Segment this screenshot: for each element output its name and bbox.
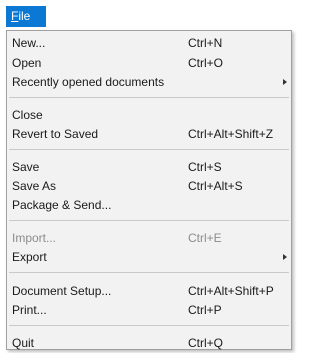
menu-item-quit[interactable]: Quit Ctrl+Q: [7, 333, 291, 353]
menu-item-shortcut: Ctrl+N: [188, 36, 223, 50]
menu-item-label: Import...: [12, 231, 57, 245]
menu-item-shortcut: Ctrl+Alt+Shift+P: [188, 284, 274, 298]
menu-separator: [9, 325, 289, 326]
menu-item-print[interactable]: Print... Ctrl+P: [7, 300, 291, 320]
menu-separator: [9, 149, 289, 150]
file-menu[interactable]: File: [6, 6, 46, 27]
menu-item-label: Document Setup...: [12, 284, 112, 298]
menu-item-shortcut: Ctrl+S: [188, 160, 222, 174]
menu-item-package-and-send[interactable]: Package & Send...: [7, 195, 291, 215]
menu-item-label: Quit: [12, 336, 35, 350]
submenu-arrow-icon: [283, 79, 287, 85]
submenu-arrow-icon: [283, 254, 287, 260]
menu-separator: [9, 220, 289, 221]
menu-separator: [9, 272, 289, 273]
menu-item-label: Package & Send...: [12, 198, 112, 212]
menu-item-export[interactable]: Export: [7, 247, 291, 267]
menu-item-revert-to-saved[interactable]: Revert to Saved Ctrl+Alt+Shift+Z: [7, 124, 291, 144]
menu-item-open[interactable]: Open Ctrl+O: [7, 53, 291, 73]
menu-item-label: Recently opened documents: [12, 75, 165, 89]
menu-item-label: Export: [12, 250, 47, 264]
menu-item-import: Import... Ctrl+E: [7, 228, 291, 248]
menu-item-shortcut: Ctrl+E: [188, 231, 222, 245]
menu-item-label: Close: [12, 108, 43, 122]
menu-item-shortcut: Ctrl+Alt+Shift+Z: [188, 127, 274, 141]
file-dropdown-menu: New... Ctrl+N Open Ctrl+O Recently opene…: [6, 30, 292, 350]
menu-item-shortcut: Ctrl+P: [188, 303, 222, 317]
menu-item-shortcut: Ctrl+Alt+S: [188, 179, 243, 193]
menu-item-recent-documents[interactable]: Recently opened documents: [7, 72, 291, 92]
menu-item-document-setup[interactable]: Document Setup... Ctrl+Alt+Shift+P: [7, 281, 291, 301]
menu-item-save[interactable]: Save Ctrl+S: [7, 157, 291, 177]
menu-item-new[interactable]: New... Ctrl+N: [7, 33, 291, 53]
menu-item-label: New...: [12, 36, 46, 50]
menu-item-label: Save As: [12, 179, 57, 193]
menu-item-label: Open: [12, 56, 42, 70]
menu-item-save-as[interactable]: Save As Ctrl+Alt+S: [7, 176, 291, 196]
menu-item-shortcut: Ctrl+Q: [188, 336, 224, 350]
menu-item-label: Save: [12, 160, 40, 174]
file-menu-label: ile: [18, 9, 31, 23]
menu-separator: [9, 97, 289, 98]
menu-item-label: Print...: [12, 303, 47, 317]
menu-item-close[interactable]: Close: [7, 105, 291, 125]
menu-item-shortcut: Ctrl+O: [188, 56, 224, 70]
menu-item-label: Revert to Saved: [12, 127, 99, 141]
